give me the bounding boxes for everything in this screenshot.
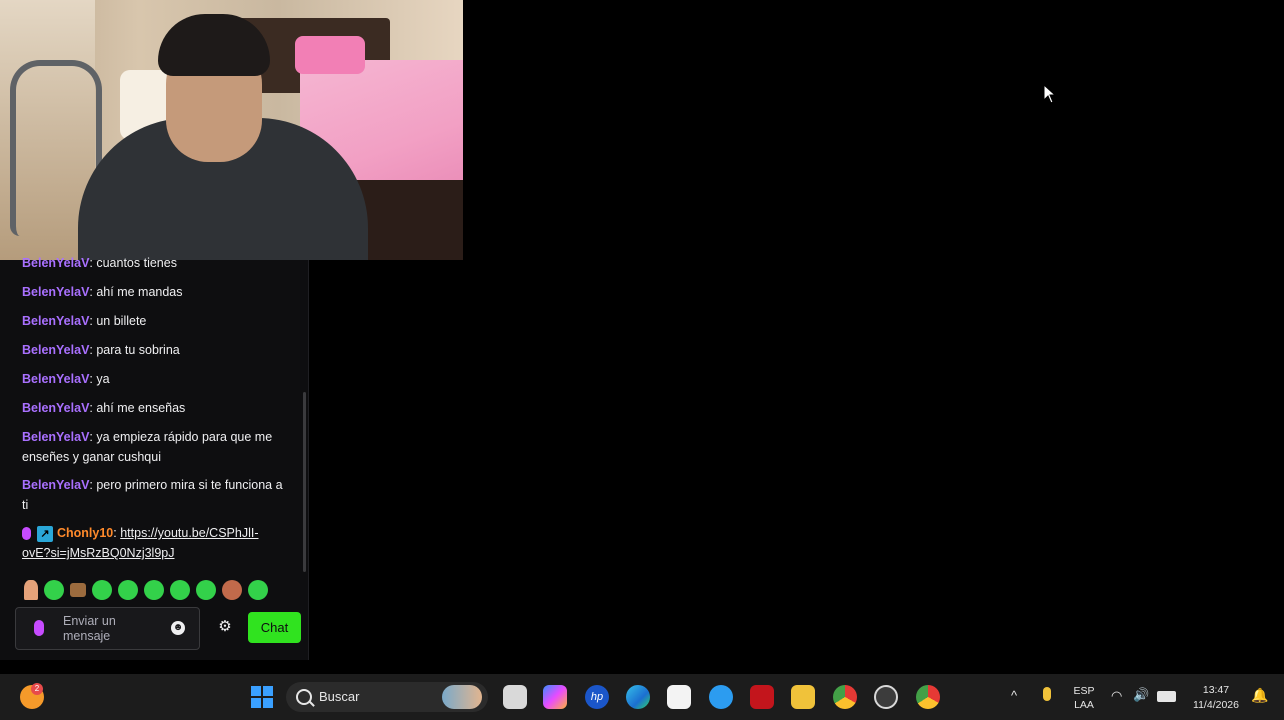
- chat-message: BelenYelaV: pero primero mira si te func…: [22, 475, 284, 515]
- chat-username[interactable]: BelenYelaV: [22, 285, 89, 299]
- chat-message-link: ↗ Chonly10: https://youtu.be/CSPhJlI-ovE?…: [22, 523, 284, 563]
- emote-icon[interactable]: [24, 580, 38, 600]
- emote-icon[interactable]: [92, 580, 112, 600]
- chat-text: : ahí me mandas: [89, 285, 183, 299]
- chrome-icon-2[interactable]: [916, 685, 940, 709]
- taskbar-clock[interactable]: 13:47 11/4/2026: [1186, 683, 1246, 713]
- chat-username[interactable]: Chonly10: [57, 526, 113, 540]
- notifications-bell-icon[interactable]: 🔔: [1251, 687, 1268, 704]
- emote-icon[interactable]: [70, 583, 86, 597]
- chat-username[interactable]: BelenYelaV: [22, 401, 89, 415]
- clock-time: 13:47: [1202, 684, 1230, 696]
- chat-input-placeholder: Enviar un mensaje: [63, 614, 116, 643]
- chat-message: BelenYelaV: ya empieza rápido para que m…: [22, 427, 284, 467]
- chat-text: : un billete: [89, 314, 147, 328]
- search-icon: [296, 689, 312, 705]
- chat-scrollbar[interactable]: [303, 392, 306, 572]
- emote-bar: [24, 578, 268, 602]
- emote-icon[interactable]: [44, 580, 64, 600]
- explorer-icon[interactable]: [791, 685, 815, 709]
- emote-icon[interactable]: [196, 580, 216, 600]
- taskbar-search[interactable]: Buscar: [286, 682, 488, 712]
- search-placeholder: Buscar: [319, 689, 360, 704]
- chat-message: BelenYelaV: ahí me enseñas: [22, 398, 284, 418]
- windows-start-icon[interactable]: [250, 685, 274, 709]
- language-code: ESP: [1073, 685, 1095, 697]
- chat-username[interactable]: BelenYelaV: [22, 478, 89, 492]
- show-hidden-icons-chevron-icon[interactable]: ^: [1011, 688, 1017, 703]
- chat-settings-gear-icon[interactable]: ⚙: [217, 619, 233, 635]
- emoji-icon[interactable]: ☻: [171, 621, 185, 635]
- notification-badge: 2: [31, 683, 43, 695]
- volume-icon[interactable]: 🔊: [1133, 687, 1149, 703]
- webcam-overlay: [0, 0, 463, 260]
- chat-message: BelenYelaV: para tu sobrina: [22, 340, 284, 360]
- chat-message: BelenYelaV: cuantos tienes: [22, 253, 284, 273]
- microphone-icon[interactable]: [34, 620, 44, 636]
- obs-icon[interactable]: [874, 685, 898, 709]
- wifi-icon[interactable]: ◠: [1111, 688, 1122, 704]
- chat-username[interactable]: BelenYelaV: [22, 256, 89, 270]
- chat-text: : cuantos tienes: [89, 256, 177, 270]
- chat-text: : para tu sobrina: [89, 343, 180, 357]
- clock-date: 11/4/2026: [1193, 699, 1239, 711]
- chat-username[interactable]: BelenYelaV: [22, 372, 89, 386]
- emote-icon[interactable]: [170, 580, 190, 600]
- chat-message: BelenYelaV: ya: [22, 369, 284, 389]
- search-highlight-image: [442, 685, 482, 709]
- weather-icon[interactable]: [709, 685, 733, 709]
- mcafee-icon[interactable]: [750, 685, 774, 709]
- pink-pillow: [295, 36, 365, 74]
- battery-icon[interactable]: [1157, 691, 1176, 702]
- chat-message: BelenYelaV: ahí me mandas: [22, 282, 284, 302]
- edge-icon[interactable]: [626, 685, 650, 709]
- emote-icon[interactable]: [248, 580, 268, 600]
- language-indicator[interactable]: ESP LAA: [1072, 684, 1096, 712]
- chat-text: : ahí me enseñas: [89, 401, 186, 415]
- arrow-badge-icon: ↗: [37, 525, 53, 542]
- chat-input[interactable]: Enviar un mensaje ☻: [15, 607, 200, 650]
- microphone-tray-icon[interactable]: [1043, 687, 1051, 701]
- emote-icon[interactable]: [118, 580, 138, 600]
- mic-badge-icon: [22, 527, 31, 541]
- chrome-icon[interactable]: [833, 685, 857, 709]
- chat-username[interactable]: BelenYelaV: [22, 343, 89, 357]
- copilot-icon[interactable]: [543, 685, 567, 709]
- store-icon[interactable]: [667, 685, 691, 709]
- mouse-cursor-icon: [1043, 84, 1057, 104]
- language-region: LAA: [1074, 699, 1094, 711]
- chat-username[interactable]: BelenYelaV: [22, 430, 89, 444]
- hp-icon[interactable]: hp: [585, 685, 609, 709]
- chat-username[interactable]: BelenYelaV: [22, 314, 89, 328]
- emote-icon[interactable]: [222, 580, 242, 600]
- emote-icon[interactable]: [144, 580, 164, 600]
- chat-text: : ya: [89, 372, 110, 386]
- chat-send-button[interactable]: Chat: [248, 612, 301, 643]
- taskbar: Buscar hp ^ ESP LAA ◠ 🔊 13:47 11/4/2026 …: [0, 674, 1284, 720]
- chat-message: BelenYelaV: un billete: [22, 311, 284, 331]
- files-icon[interactable]: [503, 685, 527, 709]
